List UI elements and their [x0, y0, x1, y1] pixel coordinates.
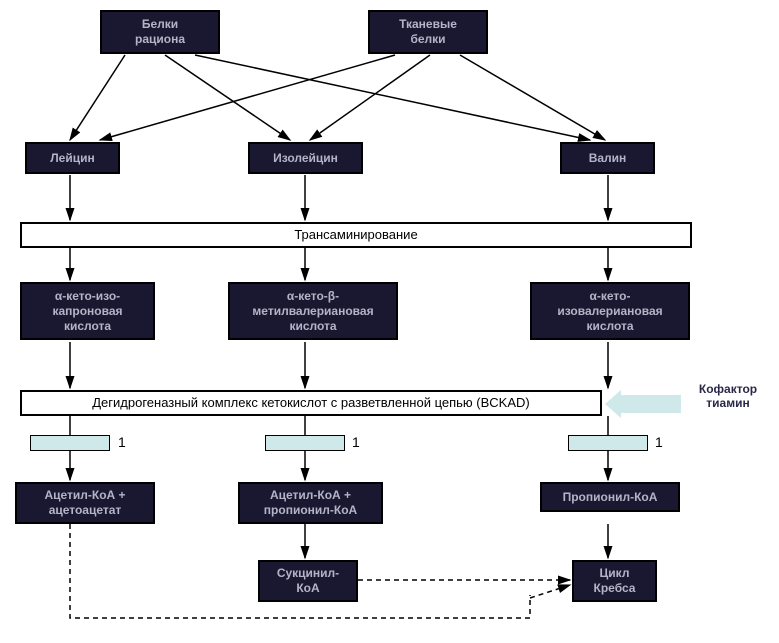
amino-isoleucine: Изолейцин — [248, 142, 363, 174]
step-transamination: Трансаминирование — [20, 222, 692, 248]
coa-val: Пропионил-КоА — [540, 482, 680, 512]
label: α-кето-изовалериановаякислота — [557, 289, 662, 334]
label: Пропионил-КоА — [563, 490, 658, 505]
marker-bar-val — [568, 435, 648, 451]
label: Трансаминирование — [294, 227, 417, 243]
krebs-cycle: ЦиклКребса — [572, 560, 657, 602]
label: Белкирациона — [135, 17, 185, 47]
cofactor-arrow-icon — [621, 395, 681, 413]
keto-val: α-кето-изовалериановаякислота — [530, 282, 690, 340]
coa-ile: Ацетил-КоА +пропионил-КоА — [238, 482, 383, 524]
label: α-кето-β-метилвалериановаякислота — [252, 289, 373, 334]
source-diet-proteins: Белкирациона — [100, 10, 220, 54]
marker-num-ile: 1 — [352, 434, 360, 450]
source-tissue-proteins: Тканевыебелки — [368, 10, 488, 54]
label: Ацетил-КоА +ацетоацетат — [44, 488, 125, 518]
label: ЦиклКребса — [594, 566, 636, 596]
marker-bar-ile — [265, 435, 345, 451]
amino-valine: Валин — [560, 142, 655, 174]
marker-num-leu: 1 — [118, 434, 126, 450]
marker-num-val: 1 — [655, 434, 663, 450]
label: Изолейцин — [273, 151, 338, 166]
label: Тканевыебелки — [399, 17, 457, 47]
cofactor-label: Кофактортиамин — [688, 382, 768, 411]
coa-leu: Ацетил-КоА +ацетоацетат — [15, 482, 155, 524]
label: Сукцинил-КоА — [277, 566, 339, 596]
keto-leu: α-кето-изо-капроноваякислота — [20, 282, 155, 340]
label: α-кето-изо-капроноваякислота — [52, 289, 122, 334]
succinyl-coa: Сукцинил-КоА — [258, 560, 358, 602]
label: Валин — [589, 151, 627, 166]
marker-bar-leu — [30, 435, 110, 451]
amino-leucine: Лейцин — [25, 142, 120, 174]
step-bckad: Дегидрогеназный комплекс кетокислот с ра… — [20, 390, 602, 416]
label: Лейцин — [50, 151, 94, 166]
label: Ацетил-КоА +пропионил-КоА — [264, 488, 357, 518]
label: Дегидрогеназный комплекс кетокислот с ра… — [92, 395, 530, 411]
keto-ile: α-кето-β-метилвалериановаякислота — [228, 282, 398, 340]
